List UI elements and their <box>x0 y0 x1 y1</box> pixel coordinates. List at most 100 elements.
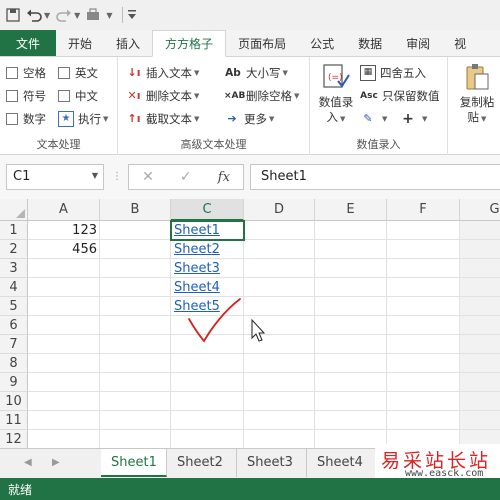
toolbar-separator <box>122 7 124 23</box>
cell-c2[interactable]: Sheet2 <box>171 240 244 259</box>
number-checkbox[interactable] <box>6 113 18 125</box>
group-value-entry: (=) 数值录 入 ▼ ▦ 四舍五入 Asc 只保留数值 ✎ ▼ + ▼ 数值录入 <box>310 57 448 155</box>
column-gridline <box>314 221 315 448</box>
mouse-cursor-icon <box>251 318 266 342</box>
case-button[interactable]: Ab 大小写 ▼ <box>224 65 288 81</box>
keep-value-label: 只保留数值 <box>382 89 440 103</box>
insert-function-button[interactable]: fx <box>218 170 230 185</box>
more-label: 更多 <box>244 112 267 126</box>
remove-spaces-label: 删除空格 <box>246 89 292 103</box>
row-header-5[interactable]: 5 <box>0 297 28 316</box>
english-checkbox[interactable] <box>58 67 70 79</box>
row-header-10[interactable]: 10 <box>0 392 28 411</box>
value-entry-button[interactable]: (=) 数值录 入 ▼ <box>316 63 356 127</box>
symbol-checkbox[interactable] <box>6 90 18 102</box>
extract-text-button[interactable]: ↑ı 截取文本 ▼ <box>126 111 200 127</box>
enter-icon[interactable]: ✓ <box>180 169 192 185</box>
round-button[interactable]: ▦ 四舍五入 <box>360 65 426 81</box>
column-header-f[interactable]: F <box>387 199 460 221</box>
sheet-tab-3[interactable]: Sheet3 <box>237 449 307 477</box>
row-header-2[interactable]: 2 <box>0 240 28 259</box>
group-text-processing: 空格 英文 符号 中文 数字 ★ 执行 ▼ 文本处理 <box>0 57 118 155</box>
tab-review[interactable]: 审阅 <box>394 30 442 56</box>
row-header-4[interactable]: 4 <box>0 278 28 297</box>
tab-data[interactable]: 数据 <box>346 30 394 56</box>
case-label: 大小写 <box>246 66 281 80</box>
option-space[interactable]: 空格 <box>6 65 46 81</box>
option-number[interactable]: 数字 <box>6 111 46 127</box>
chevron-down-icon: ▼ <box>194 115 200 123</box>
option-english[interactable]: 英文 <box>58 65 98 81</box>
tab-view[interactable]: 视 <box>442 30 478 56</box>
tab-insert[interactable]: 插入 <box>104 30 152 56</box>
insert-text-icon: ↓ı <box>127 66 141 79</box>
undo-icon[interactable]: ▼ <box>26 4 50 26</box>
insert-text-label: 插入文本 <box>146 66 192 80</box>
number-label: 数字 <box>23 112 46 126</box>
copy-paste-label-line1: 复制粘 <box>459 95 495 109</box>
chevron-down-icon[interactable]: ▼ <box>92 171 98 180</box>
row-header-6[interactable]: 6 <box>0 316 28 335</box>
column-header-b[interactable]: B <box>100 199 171 221</box>
option-chinese[interactable]: 中文 <box>58 88 98 104</box>
scroll-left-icon[interactable]: ◀ <box>24 457 32 468</box>
formula-input[interactable]: Sheet1 <box>250 164 500 190</box>
scroll-right-icon[interactable]: ▶ <box>52 457 60 468</box>
add-button[interactable]: + ▼ <box>400 111 427 127</box>
cell-a2[interactable]: 456 <box>28 240 100 259</box>
value-entry-icon: (=) <box>323 64 350 88</box>
row-header-3[interactable]: 3 <box>0 259 28 278</box>
column-header-g[interactable]: G <box>460 199 500 221</box>
group-advanced-text: ↓ı 插入文本 ▼ ✕ı 删除文本 ▼ ↑ı 截取文本 ▼ Ab 大小写 ▼ ×AB 删… <box>118 57 310 155</box>
select-all-button[interactable] <box>0 199 28 221</box>
column-gridline <box>459 221 460 448</box>
space-checkbox[interactable] <box>6 67 18 79</box>
chinese-checkbox[interactable] <box>58 90 70 102</box>
english-label: 英文 <box>75 66 98 80</box>
tab-fangfang-gezi[interactable]: 方方格子 <box>152 30 227 57</box>
value-entry-label-line1: 数值录 <box>318 95 354 109</box>
tab-file[interactable]: 文件 <box>0 30 57 56</box>
insert-text-button[interactable]: ↓ı 插入文本 ▼ <box>126 65 200 81</box>
resize-handle-icon[interactable]: ⋮ <box>112 171 123 182</box>
sheet-tab-2[interactable]: Sheet2 <box>167 449 237 477</box>
tab-home[interactable]: 开始 <box>56 30 104 56</box>
cell-a1[interactable]: 123 <box>28 221 100 240</box>
round-icon: ▦ <box>360 65 376 81</box>
tab-page-layout[interactable]: 页面布局 <box>226 30 298 56</box>
row-header-12[interactable]: 12 <box>0 430 28 448</box>
edit-options-button[interactable]: ✎ ▼ <box>360 111 387 127</box>
run-button[interactable]: ★ 执行 ▼ <box>58 111 108 127</box>
column-header-d[interactable]: D <box>244 199 315 221</box>
column-header-a[interactable]: A <box>28 199 100 221</box>
column-header-e[interactable]: E <box>315 199 387 221</box>
remove-spaces-button[interactable]: ×AB 删除空格 ▼ <box>224 88 299 104</box>
more-tools-icon[interactable]: ▼ <box>86 4 112 26</box>
cell-c3[interactable]: Sheet3 <box>171 259 244 278</box>
save-icon[interactable] <box>6 4 20 26</box>
tab-formulas[interactable]: 公式 <box>298 30 346 56</box>
chevron-down-icon: ▼ <box>422 115 428 123</box>
row-header-1[interactable]: 1 <box>0 221 28 240</box>
extract-text-icon: ↑ı <box>127 112 141 125</box>
sheet-tab-4[interactable]: Sheet4 <box>307 449 377 477</box>
cell-c5[interactable]: Sheet5 <box>171 297 244 316</box>
redo-icon[interactable]: ▼ <box>56 4 80 26</box>
keep-value-button[interactable]: Asc 只保留数值 <box>360 88 440 104</box>
more-button[interactable]: ➔ 更多 ▼ <box>224 111 274 127</box>
column-header-c[interactable]: C <box>171 199 244 221</box>
copy-paste-button[interactable]: 复制粘 贴 ▼ <box>454 63 500 127</box>
row-header-11[interactable]: 11 <box>0 411 28 430</box>
row-header-8[interactable]: 8 <box>0 354 28 373</box>
customize-icon[interactable] <box>127 4 137 26</box>
option-symbol[interactable]: 符号 <box>6 88 46 104</box>
sheet-tab-1[interactable]: Sheet1 <box>101 449 167 477</box>
cell-c4[interactable]: Sheet4 <box>171 278 244 297</box>
chevron-down-icon: ▼ <box>194 92 200 100</box>
cancel-icon[interactable]: ✕ <box>142 169 154 185</box>
row-header-9[interactable]: 9 <box>0 373 28 392</box>
name-box[interactable]: C1 ▼ <box>6 164 104 190</box>
row-header-7[interactable]: 7 <box>0 335 28 354</box>
delete-text-button[interactable]: ✕ı 删除文本 ▼ <box>126 88 200 104</box>
formula-buttons: ✕ ✓ fx <box>128 164 244 190</box>
